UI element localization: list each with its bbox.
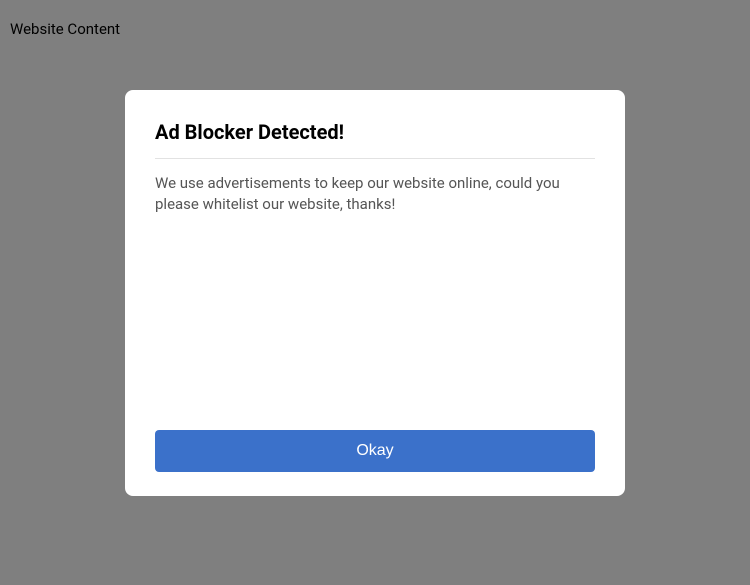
modal-body: We use advertisements to keep our websit…: [155, 159, 595, 430]
modal-title: Ad Blocker Detected!: [155, 120, 595, 159]
modal-footer: Okay: [155, 430, 595, 472]
adblock-modal: Ad Blocker Detected! We use advertisemen…: [125, 90, 625, 496]
okay-button[interactable]: Okay: [155, 430, 595, 472]
